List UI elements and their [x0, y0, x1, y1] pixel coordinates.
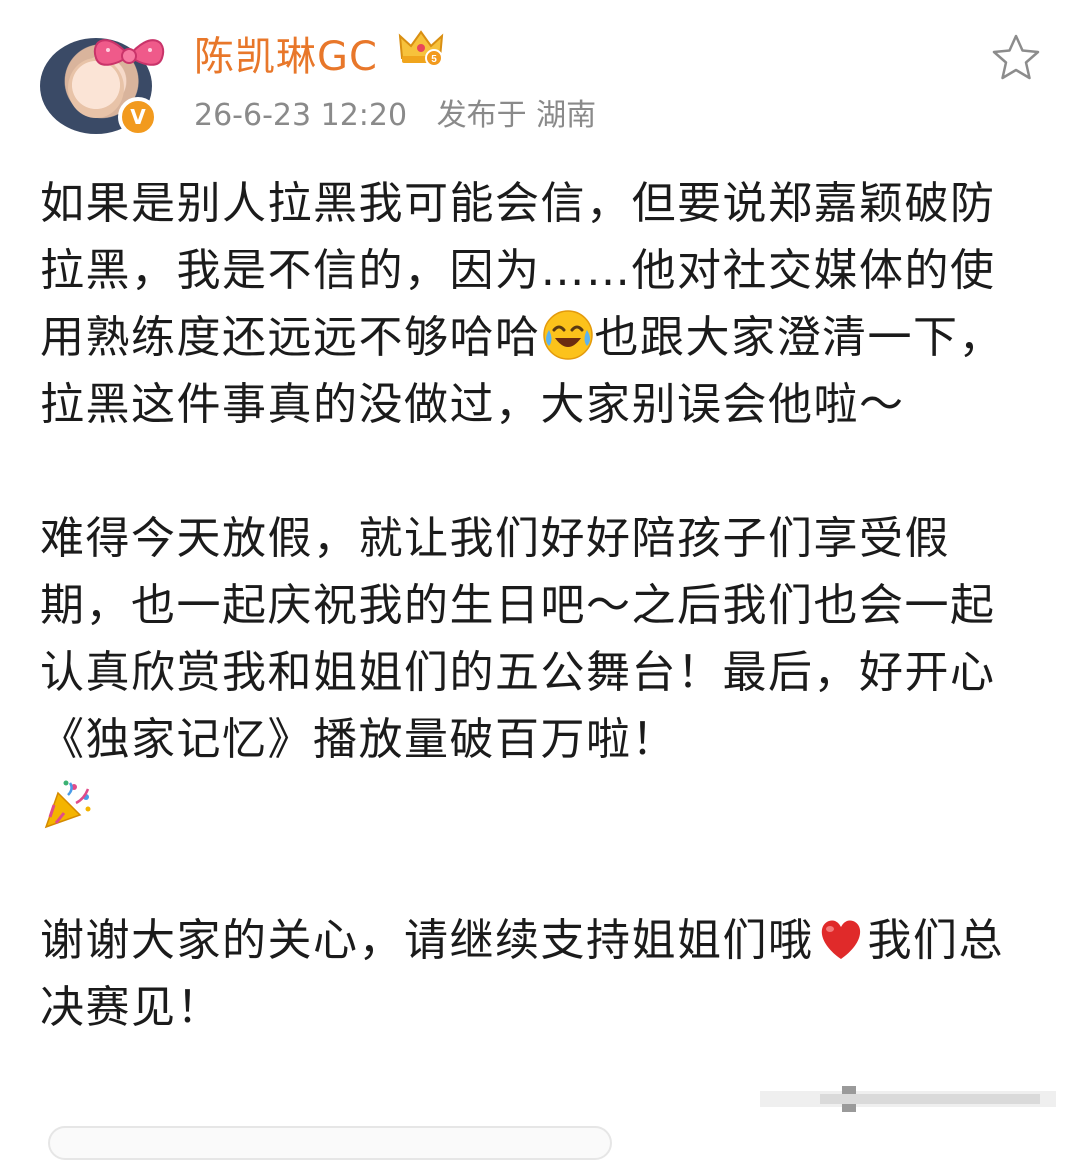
post-meta: 26-6-23 12:20 发布于 湖南: [194, 90, 616, 134]
laughing-tears-emoji: [542, 310, 593, 360]
paragraph-3: 谢谢大家的关心，请继续支持姐姐们哦 我们总决赛见！: [40, 907, 1040, 1041]
verified-v-icon: V: [118, 97, 158, 137]
comment-input-bar[interactable]: [48, 1126, 612, 1160]
party-popper-emoji: [44, 780, 91, 829]
post-header: V 陈凯琳GC 5 26-6-23 12:20 发布于 湖南: [0, 0, 1080, 150]
post-body: 如果是别人拉黑我可能会信，但要说郑嘉颖破防拉黑，我是不信的，因为……他对社交媒体…: [40, 170, 1040, 1108]
post-location: 发布于 湖南: [436, 98, 597, 133]
svg-text:5: 5: [431, 54, 437, 65]
star-icon[interactable]: [990, 32, 1042, 84]
bow-decoration-icon: [93, 39, 165, 66]
paragraph-1: 如果是别人拉黑我可能会信，但要说郑嘉颖破防拉黑，我是不信的，因为……他对社交媒体…: [40, 170, 1040, 438]
paragraph-2: 难得今天放假，就让我们好好陪孩子们享受假期，也一起庆祝我的生日吧～之后我们也会一…: [40, 505, 1040, 840]
red-heart-emoji: [821, 920, 860, 959]
crown-member-icon[interactable]: 5: [398, 28, 444, 66]
author-name[interactable]: 陈凯琳GC: [194, 24, 378, 82]
horizontal-scrollbar[interactable]: [760, 1086, 1056, 1112]
post-date: 26-6-23 12:20: [194, 98, 408, 133]
paragraph-2-text: 难得今天放假，就让我们好好陪孩子们享受假期，也一起庆祝我的生日吧～之后我们也会一…: [40, 513, 996, 765]
paragraph-3-text-a: 谢谢大家的关心，请继续支持姐姐们哦: [40, 915, 814, 966]
